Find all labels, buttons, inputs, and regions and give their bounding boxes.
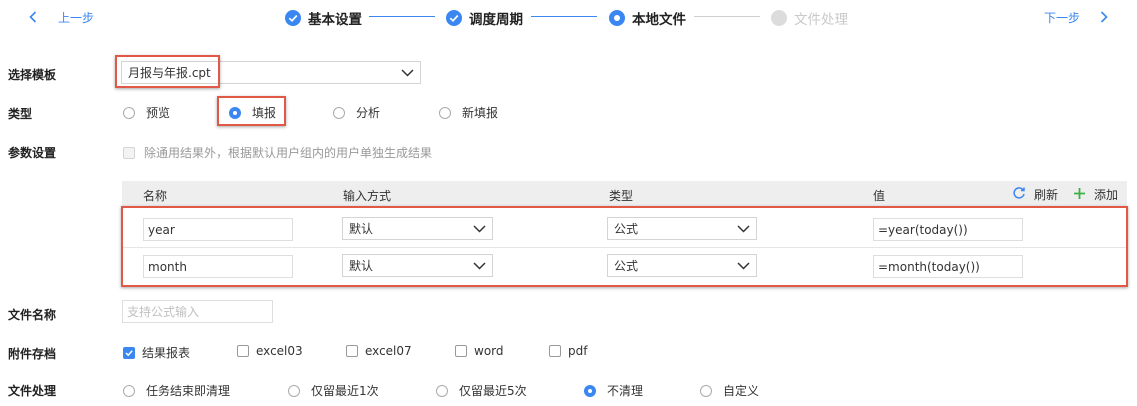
radio-icon xyxy=(333,106,345,119)
plus-icon xyxy=(1073,187,1086,203)
chevron-down-icon xyxy=(401,68,414,77)
params-label: 参数设置 xyxy=(8,146,57,160)
chevron-left-icon xyxy=(29,10,37,25)
option-label: 不清理 xyxy=(607,384,644,398)
radio-selected-icon xyxy=(584,384,596,397)
column-header-type: 类型 xyxy=(609,189,634,203)
step-label: 调度周期 xyxy=(469,12,523,28)
checkbox-icon xyxy=(549,345,561,357)
current-step-icon xyxy=(609,10,625,26)
step-basic-settings[interactable]: 基本设置 xyxy=(285,8,362,28)
pending-step-icon xyxy=(771,10,787,26)
step-local-file[interactable]: 本地文件 xyxy=(609,8,686,28)
checkbox-checked-icon xyxy=(123,346,135,359)
filename-label: 文件名称 xyxy=(8,308,57,322)
attachment-option-result-report[interactable]: 结果报表 xyxy=(123,344,190,361)
refresh-label: 刷新 xyxy=(1034,188,1059,202)
attachment-option-excel07[interactable]: excel07 xyxy=(346,344,412,358)
step-connector xyxy=(531,16,597,17)
checkbox-icon xyxy=(237,345,249,357)
type-option-preview[interactable]: 预览 xyxy=(123,104,170,121)
radio-icon xyxy=(439,106,451,119)
option-label: excel07 xyxy=(365,344,412,358)
radio-icon xyxy=(700,384,712,397)
type-label: 类型 xyxy=(8,107,33,121)
attachment-option-word[interactable]: word xyxy=(455,344,504,358)
step-connector xyxy=(694,16,760,17)
add-param-button[interactable]: 添加 xyxy=(1073,186,1118,203)
chevron-right-icon xyxy=(1100,10,1108,25)
attachment-label: 附件存档 xyxy=(8,347,57,361)
radio-icon xyxy=(123,384,135,397)
highlight-box xyxy=(115,55,220,88)
option-label: word xyxy=(474,344,504,358)
prev-step-button[interactable]: 上一步 xyxy=(29,9,94,26)
cleanup-option-custom[interactable]: 自定义 xyxy=(700,382,759,399)
check-circle-icon xyxy=(446,10,462,26)
radio-icon xyxy=(123,106,135,119)
step-label: 基本设置 xyxy=(308,12,362,28)
step-file-processing[interactable]: 文件处理 xyxy=(771,8,848,28)
step-connector xyxy=(369,16,435,17)
checkbox-icon xyxy=(123,146,135,159)
refresh-button[interactable]: 刷新 xyxy=(1012,186,1058,203)
prev-step-label: 上一步 xyxy=(58,11,95,25)
next-step-label: 下一步 xyxy=(1044,11,1081,25)
type-option-new-fill[interactable]: 新填报 xyxy=(439,104,498,121)
option-label: 仅留最近1次 xyxy=(311,384,379,398)
column-header-name: 名称 xyxy=(143,189,168,203)
option-label: 任务结束即清理 xyxy=(146,384,231,398)
template-label: 选择模板 xyxy=(8,68,57,82)
check-circle-icon xyxy=(285,10,301,26)
option-label: 预览 xyxy=(146,106,171,120)
step-schedule-period[interactable]: 调度周期 xyxy=(446,8,523,28)
column-header-input-mode: 输入方式 xyxy=(343,189,392,203)
file-processing-label: 文件处理 xyxy=(8,384,57,398)
params-user-group-checkbox[interactable]: 除通用结果外，根据默认用户组内的用户单独生成结果 xyxy=(123,144,432,161)
option-label: pdf xyxy=(568,344,588,358)
radio-icon xyxy=(436,384,448,397)
next-step-button[interactable]: 下一步 xyxy=(1044,9,1108,26)
option-label: excel03 xyxy=(256,344,303,358)
filename-input[interactable]: 支持公式输入 xyxy=(122,300,273,323)
attachment-option-pdf[interactable]: pdf xyxy=(549,344,587,358)
attachment-option-excel03[interactable]: excel03 xyxy=(237,344,303,358)
highlight-box xyxy=(121,206,1128,287)
highlight-box xyxy=(217,96,286,126)
cleanup-option-keep-last-5[interactable]: 仅留最近5次 xyxy=(436,382,527,399)
option-label: 结果报表 xyxy=(142,346,191,360)
filename-placeholder: 支持公式输入 xyxy=(127,305,200,319)
checkbox-icon xyxy=(346,345,358,357)
cleanup-option-on-finish[interactable]: 任务结束即清理 xyxy=(123,382,230,399)
column-header-value: 值 xyxy=(873,189,886,203)
option-label: 新填报 xyxy=(462,106,499,120)
step-label: 文件处理 xyxy=(794,12,848,28)
type-option-analysis[interactable]: 分析 xyxy=(333,104,380,121)
refresh-icon xyxy=(1012,186,1026,203)
cleanup-option-keep-last-1[interactable]: 仅留最近1次 xyxy=(288,382,379,399)
option-label: 仅留最近5次 xyxy=(459,384,527,398)
radio-icon xyxy=(288,384,300,397)
add-label: 添加 xyxy=(1094,188,1119,202)
option-label: 分析 xyxy=(356,106,381,120)
checkbox-label: 除通用结果外，根据默认用户组内的用户单独生成结果 xyxy=(144,146,433,160)
checkbox-icon xyxy=(455,345,467,357)
cleanup-option-no-cleanup[interactable]: 不清理 xyxy=(584,382,643,399)
step-label: 本地文件 xyxy=(632,12,686,28)
option-label: 自定义 xyxy=(723,384,760,398)
